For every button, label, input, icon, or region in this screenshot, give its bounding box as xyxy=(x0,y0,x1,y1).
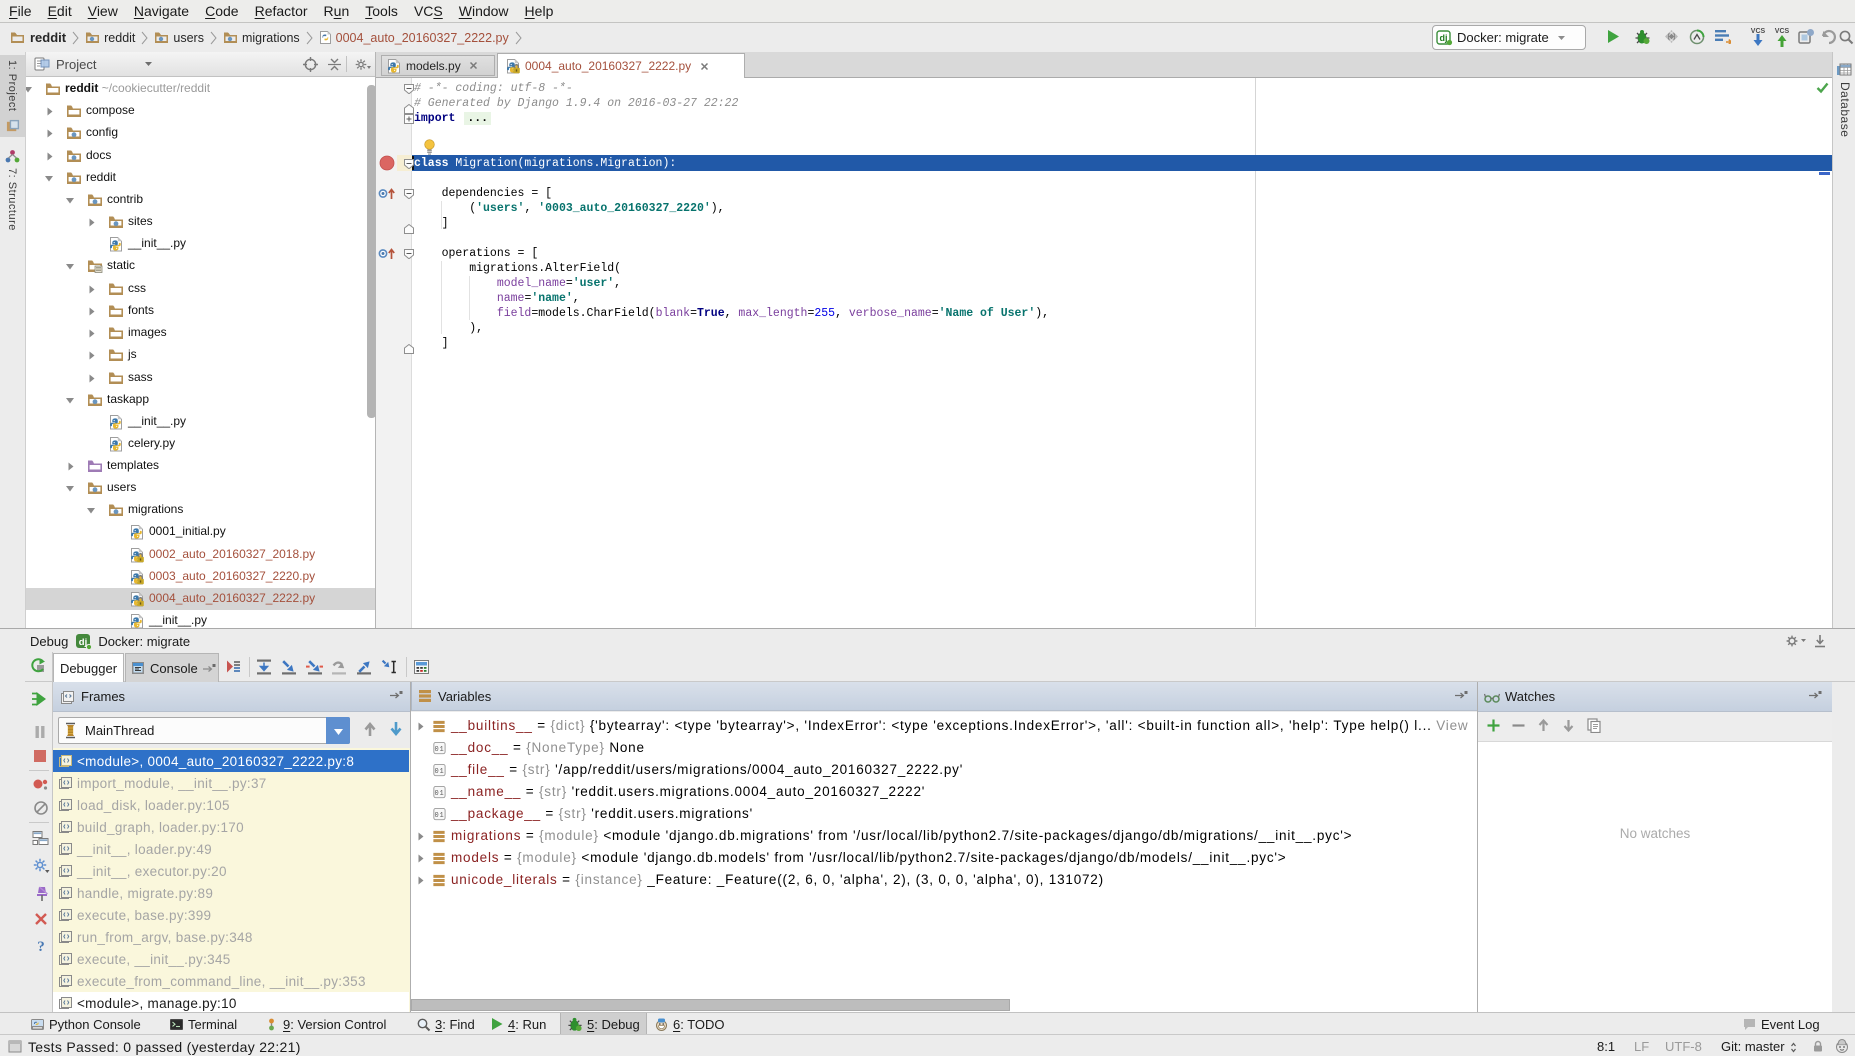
svg-text:VCS: VCS xyxy=(1775,28,1790,35)
svg-text:?: ? xyxy=(37,939,45,954)
svg-text:dj: dj xyxy=(1440,33,1448,43)
svg-text:dj: dj xyxy=(79,637,87,648)
svg-text:VCS: VCS xyxy=(1751,28,1766,35)
